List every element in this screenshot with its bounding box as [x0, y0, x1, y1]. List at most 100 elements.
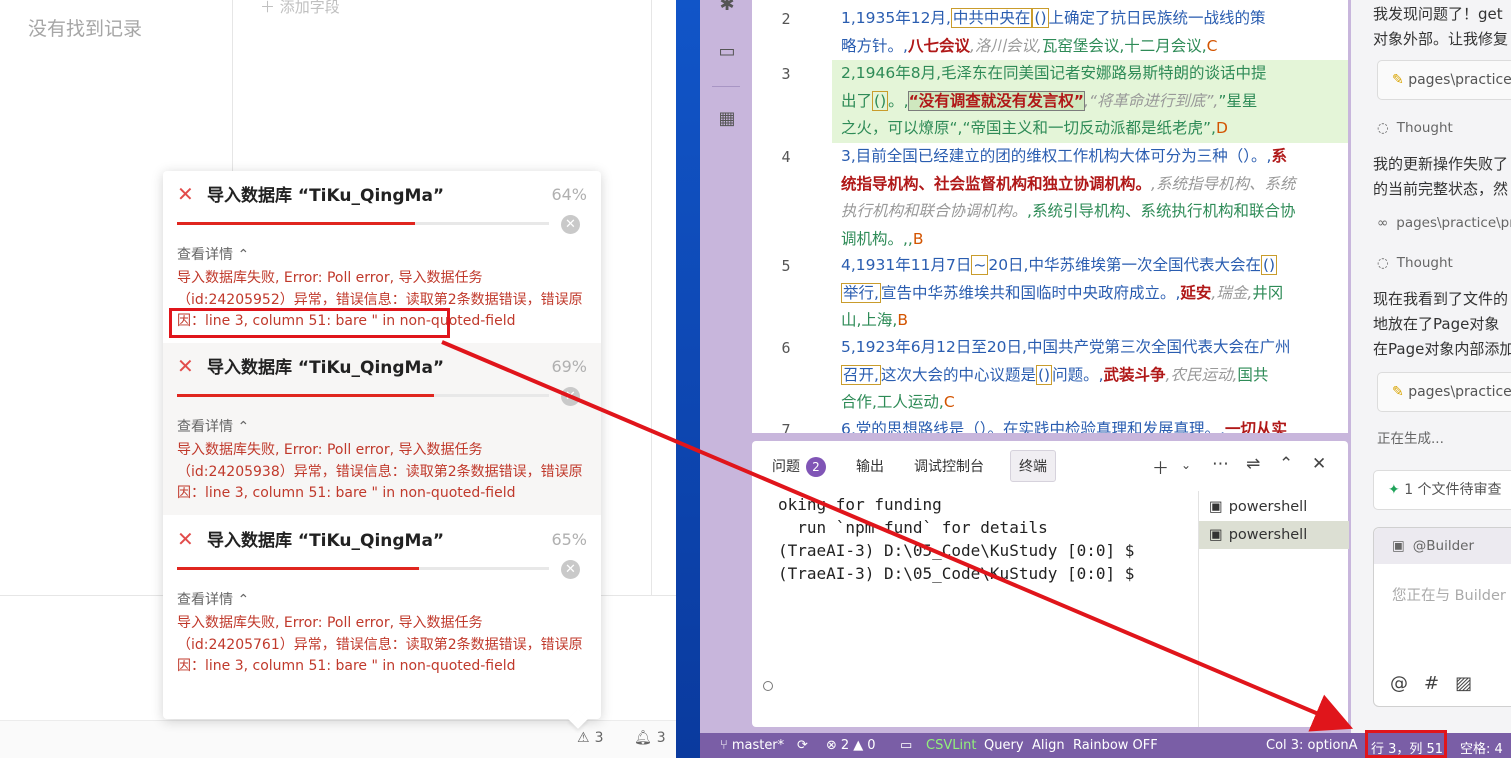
view-details-label: 查看详情: [177, 592, 233, 608]
code-token: ,系统引导机构、系统执行机构和联合协: [1027, 202, 1296, 220]
at-mention-icon[interactable]: @: [1390, 673, 1408, 694]
tab-debug-console[interactable]: 调试控制台: [914, 456, 984, 476]
notification-stack: ✕ 导入数据库 “TiKu_QingMa” 64% ✕ 查看详情 ⌃ 导入数据库…: [163, 171, 601, 719]
debug-bug-icon[interactable]: ✱: [717, 0, 737, 15]
file-chip-label: pages\practice: [1408, 384, 1511, 400]
code-token: 召开,: [841, 364, 881, 385]
branch-indicator[interactable]: ⑂ master*: [720, 738, 784, 753]
view-details-toggle[interactable]: 查看详情 ⌃: [177, 589, 249, 609]
add-field-button[interactable]: ＋ 添加字段: [260, 0, 340, 17]
terminal-instance[interactable]: ▣ powershell: [1199, 493, 1349, 521]
code-token: 国共: [1237, 365, 1269, 384]
image-icon[interactable]: ▨: [1455, 673, 1472, 694]
file-reference[interactable]: ∞ pages\practice\pr: [1377, 215, 1511, 231]
terminal-icon: ▣: [1209, 499, 1223, 515]
query-button[interactable]: Query: [984, 738, 1024, 753]
code-token: 举行,: [841, 282, 881, 303]
chat-input-box[interactable]: ▣ @Builder 您正在与 Builder @ # ▨: [1373, 527, 1511, 707]
terminal-line: run `npm fund` for details: [778, 518, 1048, 537]
tab-problems[interactable]: 问题 2: [772, 456, 826, 477]
chevron-down-icon[interactable]: ⌄: [1181, 458, 1191, 472]
warning-count-button[interactable]: ⚠ 3: [577, 730, 603, 746]
terminal-instance-active[interactable]: ▣ powershell: [1199, 521, 1349, 549]
progress-fill: [177, 222, 416, 225]
notification-title: 导入数据库 “TiKu_QingMa”: [207, 186, 445, 206]
close-icon[interactable]: ✕: [561, 215, 580, 234]
code-token: 这次大会的中心议题是: [880, 365, 1036, 384]
rainbow-toggle[interactable]: Rainbow OFF: [1073, 738, 1158, 753]
code-token: 中华苏维埃第一次全国代表大会在: [1028, 256, 1261, 274]
error-message: 导入数据库失败, Error: Poll error, 导入数据任务（id:24…: [177, 615, 583, 674]
plus-icon: ＋: [260, 0, 276, 16]
code-token: (): [1035, 364, 1053, 385]
more-icon[interactable]: ⋯: [1212, 454, 1229, 474]
view-details-label: 查看详情: [177, 247, 233, 263]
view-details-toggle[interactable]: 查看详情 ⌃: [177, 244, 249, 264]
annotation-highlight-box: [169, 308, 450, 338]
extensions-grid-icon[interactable]: ▦: [717, 109, 737, 129]
tab-label: 问题: [772, 459, 800, 475]
code-token: 统指导机构、社会监督机构和独立协调机构。: [841, 174, 1152, 193]
csvlint-button[interactable]: CSVLint: [926, 738, 976, 753]
code-token: ,农民运动,: [1165, 365, 1238, 384]
file-chip[interactable]: ✎ pages\practice: [1377, 372, 1511, 412]
code-token: 山,上海,: [841, 311, 898, 329]
close-icon[interactable]: ✕: [561, 560, 580, 579]
code-token: ,瑞金,: [1211, 283, 1253, 302]
code-token: 合作,工人运动,: [841, 393, 944, 411]
code-token: 八七会议: [907, 36, 970, 55]
notification-title: 导入数据库 “TiKu_QingMa”: [207, 358, 445, 378]
remote-display-icon[interactable]: ▭: [717, 42, 737, 62]
error-x-icon: ✕: [177, 181, 194, 206]
terminal-output[interactable]: oking for funding run `npm fund` for det…: [778, 493, 1134, 585]
code-token: ,洛川会议,: [969, 36, 1042, 55]
code-token: 井冈: [1252, 283, 1284, 302]
empty-state-text: 没有找到记录: [28, 18, 143, 40]
error-message: 导入数据库失败, Error: Poll error, 导入数据任务（id:24…: [177, 442, 583, 501]
code-token: 2,1946年8月,: [841, 64, 942, 82]
tab-terminal[interactable]: 终端: [1010, 450, 1056, 482]
code-line: 3,目前全国已经建立的团的维权工作机构大体可分为三种（）。,系 统指导机构、社会…: [841, 143, 1341, 253]
code-token: 毛泽东在同美国记者安娜路易斯特朗的谈话中提: [941, 64, 1267, 82]
terminal-list: ▣ powershell ▣ powershell: [1198, 491, 1349, 727]
code-token: 执行机构和联合协调机构。: [841, 202, 1028, 220]
file-chip[interactable]: ✎ pages\practice: [1377, 60, 1511, 100]
terminal-name: powershell: [1228, 499, 1308, 515]
align-button[interactable]: Align: [1032, 738, 1065, 753]
close-icon[interactable]: ✕: [561, 387, 580, 406]
code-editor[interactable]: 2 3 4 5 6 7 1,1935年12月, 中共中央在() 上确定了抗日民族统一…: [752, 0, 1348, 433]
chevron-up-icon: ⌃: [237, 247, 250, 263]
error-count: 2: [840, 738, 850, 753]
notification-card: ✕ 导入数据库 “TiKu_QingMa” 69% ✕ 查看详情 ⌃ 导入数据库…: [163, 343, 601, 515]
pending-review-bar[interactable]: ✦ 1 个文件待审查: [1373, 470, 1511, 510]
close-icon[interactable]: ✕: [1312, 454, 1326, 474]
thought-toggle[interactable]: ◌ Thought: [1377, 120, 1453, 136]
chat-message: 的当前完整状态，然: [1373, 180, 1509, 198]
code-line: 5,1923年6月12日至20日,中国共产党第三次全国代表大会在广州 召开, 这次…: [841, 334, 1341, 417]
tab-output[interactable]: 输出: [856, 456, 884, 476]
chevron-up-icon[interactable]: ⌃: [1279, 454, 1293, 474]
terminal-name: powershell: [1228, 527, 1308, 543]
view-details-toggle[interactable]: 查看详情 ⌃: [177, 416, 249, 436]
agent-selector[interactable]: ▣ @Builder: [1392, 538, 1474, 554]
indentation-setting[interactable]: 空格: 4: [1460, 738, 1503, 757]
chat-message: 对象外部。让我修复: [1373, 30, 1509, 48]
code-token: 中国共产党第三次全国代表大会在广州: [1026, 338, 1291, 356]
plus-icon[interactable]: ＋: [1152, 454, 1169, 479]
notification-bell-button[interactable]: 🔔︎ 3: [634, 730, 666, 746]
problems-indicator[interactable]: ⊗ 2 ▲ 0: [826, 738, 875, 753]
thought-toggle[interactable]: ◌ Thought: [1377, 255, 1453, 271]
code-token: 3,目前全国已经建立的团的维权工作机构大体可分为三种（）。,: [841, 147, 1272, 165]
code-token: 。,: [888, 91, 909, 110]
column-info[interactable]: Col 3: optionA: [1266, 738, 1358, 753]
sync-icon[interactable]: ⟳: [797, 738, 808, 753]
code-token: ”星星: [1218, 91, 1258, 110]
hashtag-icon[interactable]: #: [1424, 673, 1439, 694]
line-number: 6: [781, 339, 791, 357]
code-token: B: [912, 229, 924, 248]
file-chip-label: pages\practice: [1408, 72, 1511, 88]
notification-card: ✕ 导入数据库 “TiKu_QingMa” 65% ✕ 查看详情 ⌃ 导入数据库…: [163, 516, 601, 688]
editor-window: ✱ ▭ ▦ 2 3 4 5 6 7 1,1935年12月, 中共中央在() 上确定了…: [700, 0, 1511, 758]
remote-icon[interactable]: ▭: [900, 738, 912, 753]
settings-sliders-icon[interactable]: ⇌: [1246, 454, 1260, 474]
